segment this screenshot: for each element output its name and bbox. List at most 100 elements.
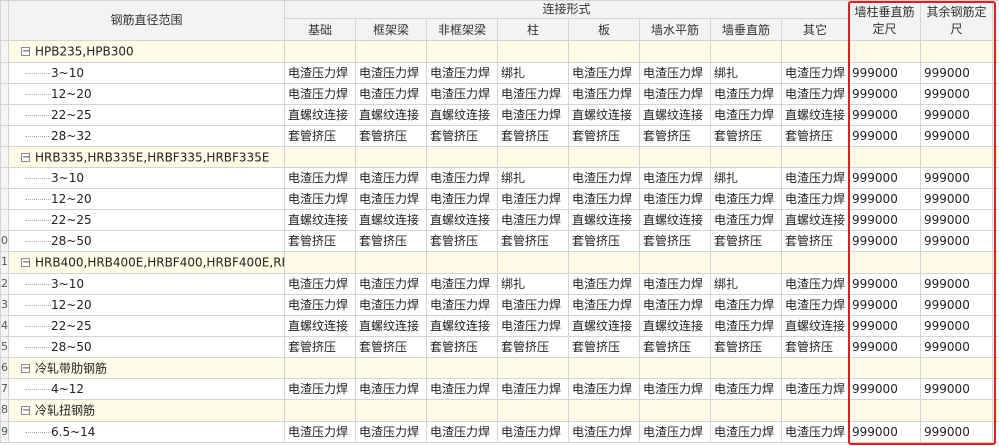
connection-cell[interactable] (639, 356, 711, 379)
table-row[interactable]: 3 12~20 电渣压力焊 电渣压力焊 电渣压力焊 电渣压力焊 电渣压力焊 电渣压力焊 电渣压力… (0, 293, 999, 316)
connection-cell[interactable] (780, 145, 850, 168)
connection-cell[interactable]: 电渣压力焊 (780, 420, 850, 443)
connection-cell[interactable]: 电渣压力焊 (780, 378, 850, 400)
connection-cell[interactable]: 套管挤压 (568, 230, 640, 252)
connection-cell[interactable] (426, 251, 498, 274)
fix-vertical-cell[interactable]: 999000 (848, 124, 922, 147)
connection-cell[interactable]: 电渣压力焊 (284, 378, 356, 400)
connection-cell[interactable]: 电渣压力焊 (497, 103, 569, 126)
connection-cell[interactable] (710, 399, 782, 422)
connection-cell[interactable]: 直螺纹连接 (355, 209, 427, 231)
range-cell[interactable]: 6.5~14 (8, 420, 285, 443)
table-row[interactable]: 22~25 直螺纹连接 直螺纹连接 直螺纹连接 电渣压力焊 直螺纹连接 直螺纹连接 电渣压力焊… (0, 209, 999, 231)
connection-cell[interactable]: 电渣压力焊 (639, 167, 711, 189)
connection-cell[interactable]: 绑扎 (710, 61, 782, 84)
connection-cell[interactable] (780, 399, 850, 422)
fix-other-cell[interactable]: 999000 (920, 209, 994, 231)
connection-cell[interactable]: 直螺纹连接 (355, 103, 427, 126)
fix-vertical-cell[interactable]: 999000 (848, 188, 922, 210)
connection-cell[interactable]: 直螺纹连接 (284, 103, 356, 126)
connection-cell[interactable]: 电渣压力焊 (497, 209, 569, 231)
group-row[interactable]: − HRB335,HRB335E,HRBF335,HRBF335E (0, 145, 999, 168)
group-row[interactable]: − HPB235,HPB300 (0, 40, 999, 63)
fix-other-cell[interactable]: 999000 (920, 420, 994, 443)
range-cell[interactable]: 12~20 (8, 188, 285, 210)
range-cell[interactable]: 3~10 (8, 61, 285, 84)
fix-other-cell[interactable]: 999000 (920, 103, 994, 126)
connection-cell[interactable]: 套管挤压 (426, 335, 498, 358)
connection-cell[interactable]: 直螺纹连接 (284, 209, 356, 231)
connection-cell[interactable]: 电渣压力焊 (639, 188, 711, 210)
connection-cell[interactable] (426, 356, 498, 379)
fix-vertical-cell[interactable]: 999000 (848, 82, 922, 105)
connection-cell[interactable]: 套管挤压 (568, 124, 640, 147)
table-row[interactable]: 7 4~12 电渣压力焊 电渣压力焊 电渣压力焊 电渣压力焊 电渣压力焊 电渣压力焊 电渣压力焊… (0, 378, 999, 400)
connection-cell[interactable]: 套管挤压 (639, 335, 711, 358)
connection-cell[interactable]: 直螺纹连接 (568, 103, 640, 126)
connection-cell[interactable]: 电渣压力焊 (284, 61, 356, 84)
fix-vertical-cell[interactable]: 999000 (848, 378, 922, 400)
connection-cell[interactable]: 电渣压力焊 (639, 293, 711, 316)
connection-cell[interactable] (355, 399, 427, 422)
connection-cell[interactable]: 套管挤压 (284, 230, 356, 252)
connection-cell[interactable]: 电渣压力焊 (568, 82, 640, 105)
connection-cell[interactable]: 电渣压力焊 (568, 167, 640, 189)
connection-cell[interactable] (780, 40, 850, 63)
range-cell[interactable]: 12~20 (8, 82, 285, 105)
connection-cell[interactable]: 套管挤压 (710, 230, 782, 252)
connection-cell[interactable]: 电渣压力焊 (355, 378, 427, 400)
fix-vertical-cell[interactable]: 999000 (848, 209, 922, 231)
connection-cell[interactable]: 电渣压力焊 (284, 82, 356, 105)
connection-cell[interactable] (426, 399, 498, 422)
connection-cell[interactable]: 套管挤压 (780, 335, 850, 358)
connection-cell[interactable]: 直螺纹连接 (639, 103, 711, 126)
fix-vertical-cell[interactable]: 999000 (848, 167, 922, 189)
connection-cell[interactable]: 电渣压力焊 (426, 272, 498, 295)
range-cell[interactable]: 12~20 (8, 293, 285, 316)
connection-cell[interactable]: 电渣压力焊 (710, 209, 782, 231)
table-row[interactable]: 12~20 电渣压力焊 电渣压力焊 电渣压力焊 电渣压力焊 电渣压力焊 电渣压力焊 电渣压力焊… (0, 188, 999, 210)
connection-cell[interactable]: 套管挤压 (426, 230, 498, 252)
connection-cell[interactable]: 电渣压力焊 (568, 293, 640, 316)
range-cell[interactable]: 22~25 (8, 314, 285, 337)
fix-other-cell[interactable]: 999000 (920, 314, 994, 337)
connection-cell[interactable]: 电渣压力焊 (568, 188, 640, 210)
group-name-cell[interactable]: − HRB335,HRB335E,HRBF335,HRBF335E (8, 145, 285, 168)
connection-cell[interactable]: 电渣压力焊 (284, 293, 356, 316)
fix-other-cell[interactable] (920, 40, 994, 63)
connection-cell[interactable]: 电渣压力焊 (639, 378, 711, 400)
fix-other-cell[interactable]: 999000 (920, 82, 994, 105)
connection-cell[interactable]: 电渣压力焊 (497, 188, 569, 210)
connection-cell[interactable]: 电渣压力焊 (426, 188, 498, 210)
connection-cell[interactable] (497, 145, 569, 168)
collapse-icon[interactable]: − (21, 258, 30, 268)
table-row[interactable]: 4 22~25 直螺纹连接 直螺纹连接 直螺纹连接 电渣压力焊 直螺纹连接 直螺纹连接 电渣压力… (0, 314, 999, 337)
connection-cell[interactable]: 电渣压力焊 (355, 61, 427, 84)
connection-cell[interactable]: 直螺纹连接 (568, 209, 640, 231)
connection-cell[interactable] (780, 356, 850, 379)
range-cell[interactable]: 28~50 (8, 335, 285, 358)
connection-cell[interactable]: 电渣压力焊 (639, 82, 711, 105)
fix-other-cell[interactable]: 999000 (920, 230, 994, 252)
collapse-icon[interactable]: − (21, 47, 30, 57)
fix-other-cell[interactable]: 999000 (920, 272, 994, 295)
connection-cell[interactable]: 电渣压力焊 (355, 167, 427, 189)
connection-cell[interactable]: 电渣压力焊 (497, 293, 569, 316)
table-row[interactable]: 28~32 套管挤压 套管挤压 套管挤压 套管挤压 套管挤压 套管挤压 套管挤压 套管挤压 999… (0, 124, 999, 147)
connection-cell[interactable]: 电渣压力焊 (568, 420, 640, 443)
connection-cell[interactable]: 电渣压力焊 (710, 378, 782, 400)
connection-cell[interactable]: 绑扎 (710, 167, 782, 189)
connection-cell[interactable]: 电渣压力焊 (780, 272, 850, 295)
connection-cell[interactable]: 电渣压力焊 (710, 82, 782, 105)
connection-cell[interactable]: 电渣压力焊 (710, 314, 782, 337)
fix-vertical-cell[interactable]: 999000 (848, 272, 922, 295)
connection-cell[interactable]: 直螺纹连接 (780, 209, 850, 231)
connection-cell[interactable]: 电渣压力焊 (426, 61, 498, 84)
connection-cell[interactable]: 套管挤压 (426, 124, 498, 147)
fix-other-cell[interactable] (920, 145, 994, 168)
connection-cell[interactable]: 套管挤压 (639, 230, 711, 252)
connection-cell[interactable]: 套管挤压 (497, 230, 569, 252)
connection-cell[interactable] (710, 145, 782, 168)
connection-cell[interactable]: 直螺纹连接 (426, 209, 498, 231)
connection-cell[interactable]: 电渣压力焊 (426, 378, 498, 400)
